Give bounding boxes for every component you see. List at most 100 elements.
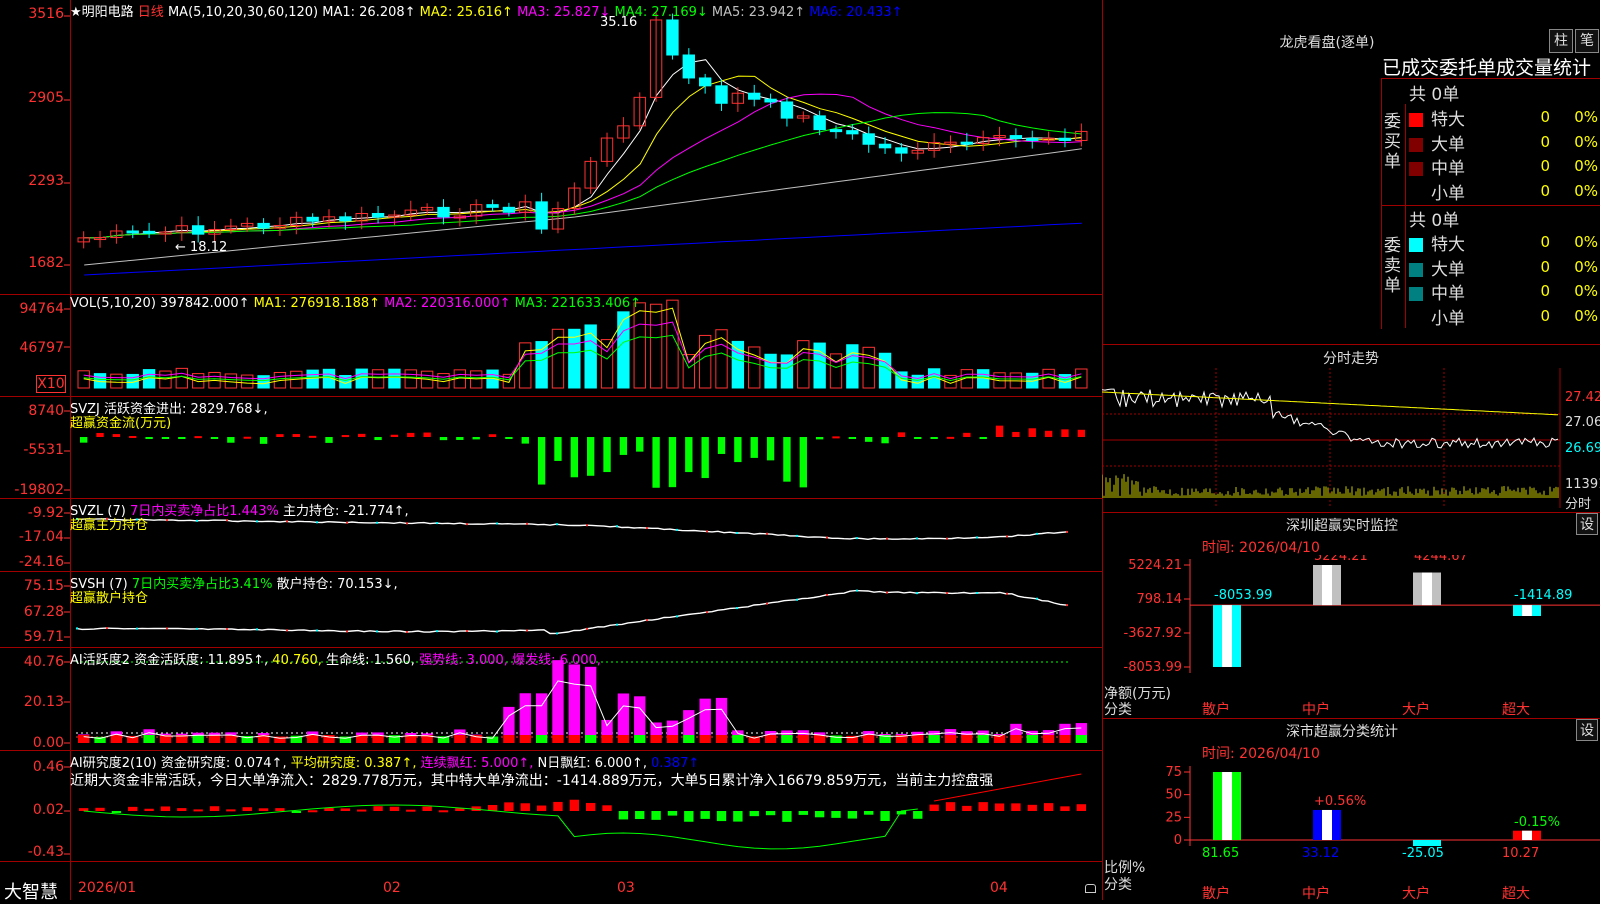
volume-bar — [160, 371, 171, 388]
activity-base-bar — [1027, 735, 1038, 743]
indicator-dot — [766, 603, 768, 605]
volume-bar — [650, 304, 661, 388]
monitor-settings-button[interactable]: 设 — [1576, 513, 1598, 535]
sell-order-row: 特大 — [1409, 230, 1465, 255]
monitor-category: 散户 — [1202, 699, 1230, 719]
research-bar — [1060, 806, 1069, 811]
intraday-price-label: 27.06 — [1565, 415, 1600, 430]
activity-base-bar — [618, 735, 629, 743]
sell-order-percent: 0% — [1570, 258, 1598, 276]
monitor-bar-chart[interactable]: 5224.21798.14-3627.92-8053.99-8053.99522… — [1102, 555, 1600, 710]
ai-research-legend-item: 0.387↑ — [647, 756, 699, 771]
price-pane[interactable]: ★明阳电路 日线 MA(5,10,20,30,60,120) MA1: 26.2… — [0, 0, 1102, 295]
indicator-dot — [736, 532, 738, 534]
buy-order-percent: 0% — [1570, 108, 1598, 126]
indicator-dot — [376, 522, 378, 524]
ai-research-axis-label: 0.02 — [0, 802, 64, 818]
indicator-dot — [586, 628, 588, 630]
activity-bar — [1076, 723, 1087, 735]
period-label[interactable]: 日线 — [138, 5, 164, 20]
money-flow-bar — [227, 437, 234, 443]
price-axis-label: 3516 — [0, 6, 64, 22]
buy-order-row: 小单 — [1409, 179, 1465, 204]
money-flow-bar — [489, 434, 496, 437]
sell-order-percent: 0% — [1570, 233, 1598, 251]
volume-pane[interactable]: VOL(5,10,20) 397842.000↑ MA1: 276918.188… — [0, 295, 1102, 397]
money-flow-bar — [963, 433, 970, 437]
ai-activity-legend-item: 生命线: 1.560, — [322, 653, 415, 668]
sell-order-label: 大单 — [1431, 260, 1465, 280]
activity-base-bar — [552, 735, 563, 743]
high-price-label: 35.16 — [600, 15, 637, 30]
volume-bar — [732, 341, 743, 388]
activity-base-bar — [372, 735, 383, 743]
tab-orders[interactable]: 委托单 — [1439, 57, 1496, 79]
candlestick-chart[interactable] — [0, 0, 1102, 295]
tab-traded[interactable]: 已成交 — [1382, 57, 1439, 79]
indicator-dot — [196, 628, 198, 630]
activity-base-bar — [928, 735, 939, 743]
monitor-category: 大户 — [1402, 699, 1430, 719]
money-flow-bar — [473, 437, 480, 439]
color-swatch-icon — [1409, 138, 1423, 152]
bar-total-label: -25.05 — [1402, 846, 1444, 861]
sell-order-count: 0 — [1520, 233, 1550, 251]
activity-bar — [78, 734, 89, 735]
research-bar — [324, 808, 333, 811]
lock-icon[interactable] — [1085, 884, 1096, 893]
money-flow-bar — [701, 437, 708, 478]
intraday-chart[interactable] — [1102, 368, 1600, 508]
stats-settings-button[interactable]: 设 — [1576, 719, 1598, 741]
svzl-pane[interactable]: SVZL (7) 7日内买卖净占比1.443% 主力持仓: -21.774↑, … — [0, 499, 1102, 572]
bar-highlight — [1422, 573, 1432, 606]
indicator-dot — [946, 592, 948, 594]
ai-activity-pane[interactable]: AI活跃度2 资金活跃度: 11.895↑, 40.760, 生命线: 1.56… — [0, 648, 1102, 751]
activity-base-bar — [569, 735, 580, 743]
indicator-dot — [286, 629, 288, 631]
ai-activity-legend-item: 40.760, — [268, 653, 322, 668]
tab-volume-stats[interactable]: 成交量统计 — [1496, 57, 1591, 79]
activity-base-bar — [1043, 735, 1054, 743]
ai-research-legend: AI研究度2(10) 资金研究度: 0.074↑, 平均研究度: 0.387↑,… — [70, 752, 699, 771]
activity-bar — [585, 667, 596, 735]
buy-total: 共 0单 — [1409, 80, 1459, 105]
activity-base-bar — [209, 735, 220, 743]
svsh-subtitle: 超赢散户持仓 — [70, 587, 148, 606]
activity-bar — [552, 660, 563, 735]
ai-research-pane[interactable]: AI研究度2(10) 资金研究度: 0.074↑, 平均研究度: 0.387↑,… — [0, 751, 1102, 862]
ma-line — [84, 113, 1082, 238]
price-legend: ★明阳电路 日线 MA(5,10,20,30,60,120) MA1: 26.2… — [70, 1, 903, 20]
svsh-pane[interactable]: SVSH (7) 7日内买卖净占比3.41% 散户持仓: 70.153↓, 超赢… — [0, 572, 1102, 648]
research-bar — [406, 810, 415, 812]
activity-base-bar — [683, 735, 694, 743]
svzl-value: 主力持仓: -21.774↑, — [283, 504, 409, 519]
tick-view-button[interactable]: 笔 — [1575, 29, 1599, 53]
candle-body — [536, 202, 547, 229]
svzj-pane[interactable]: SVZJ 活跃资金进出: 2829.768↓, 超赢资金流(万元) 8740 -… — [0, 397, 1102, 499]
research-bar — [210, 806, 219, 811]
stats-bar-chart[interactable]: 7550250-0.86%+0.56%-0.15%81.6533.12-25.0… — [1102, 760, 1600, 875]
money-flow-bar — [783, 437, 790, 482]
svzl-axis-label: -24.16 — [0, 554, 64, 570]
research-bar — [422, 807, 431, 811]
color-swatch-icon — [1409, 312, 1423, 326]
bar-highlight — [1522, 605, 1532, 616]
research-bar — [668, 811, 677, 816]
activity-base-bar — [143, 735, 154, 743]
buy-order-percent: 0% — [1570, 133, 1598, 151]
stats-category: 中户 — [1302, 883, 1330, 903]
volume-bar — [765, 354, 776, 388]
money-flow-bar — [80, 437, 87, 443]
research-bar — [504, 802, 513, 811]
money-flow-bar — [440, 437, 447, 440]
bar-view-button[interactable]: 柱 — [1549, 29, 1573, 53]
indicator-dot — [436, 630, 438, 632]
candle-body — [340, 217, 351, 221]
ma-formula: MA(5,10,20,30,60,120) — [168, 5, 318, 20]
research-bar — [913, 811, 922, 819]
indicator-dot — [406, 631, 408, 633]
volume-bar — [634, 303, 645, 388]
indicator-dot — [916, 592, 918, 594]
monitor-xlabel: 分类 — [1104, 699, 1132, 719]
vol-unit-label: X10 — [36, 375, 66, 393]
